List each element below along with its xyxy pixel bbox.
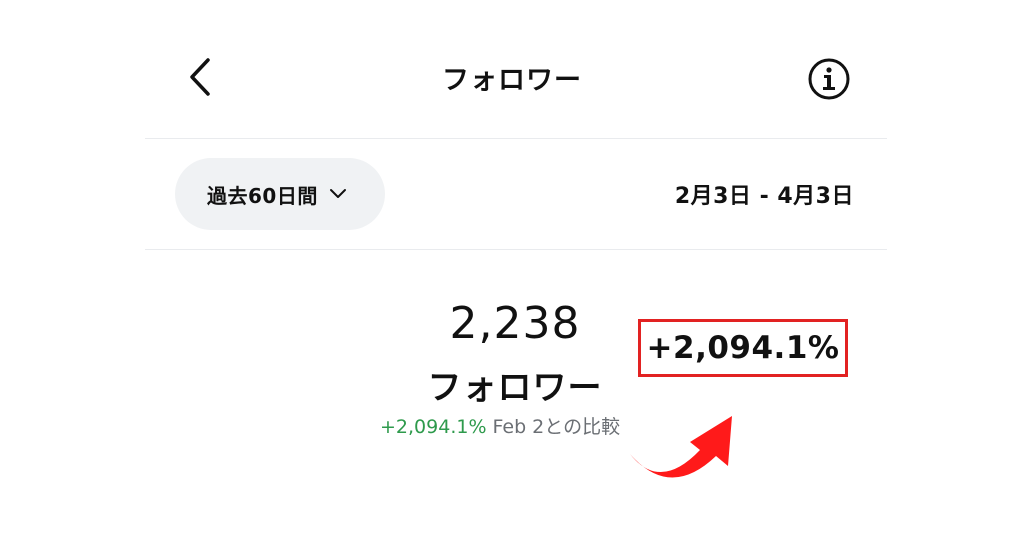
comparison-text: Feb 2との比較 (492, 416, 621, 438)
date-range-dropdown-label: 過去60日間 (207, 183, 318, 208)
followers-analytics-page: フォロワー 過去60日間 2月3日 - 4月3日 2,238 フォロワー +2,… (0, 0, 1024, 536)
chevron-down-icon (329, 189, 346, 198)
follower-label: フォロワー (427, 368, 603, 408)
info-icon (808, 58, 850, 100)
highlight-annotation-box: +2,094.1% (638, 319, 848, 377)
highlight-annotation-text: +2,094.1% (646, 330, 840, 366)
header-divider (145, 138, 887, 139)
date-range-text: 2月3日 - 4月3日 (674, 184, 854, 209)
date-range-dropdown[interactable]: 過去60日間 (175, 158, 385, 230)
filter-divider (145, 249, 887, 250)
info-button[interactable] (806, 56, 852, 102)
comparison-row: +2,094.1% Feb 2との比較 (380, 412, 620, 439)
change-percent: +2,094.1% (380, 416, 487, 438)
page-title: フォロワー (442, 65, 582, 96)
follower-count: 2,238 (449, 298, 581, 349)
curved-arrow-up-icon (630, 416, 732, 478)
